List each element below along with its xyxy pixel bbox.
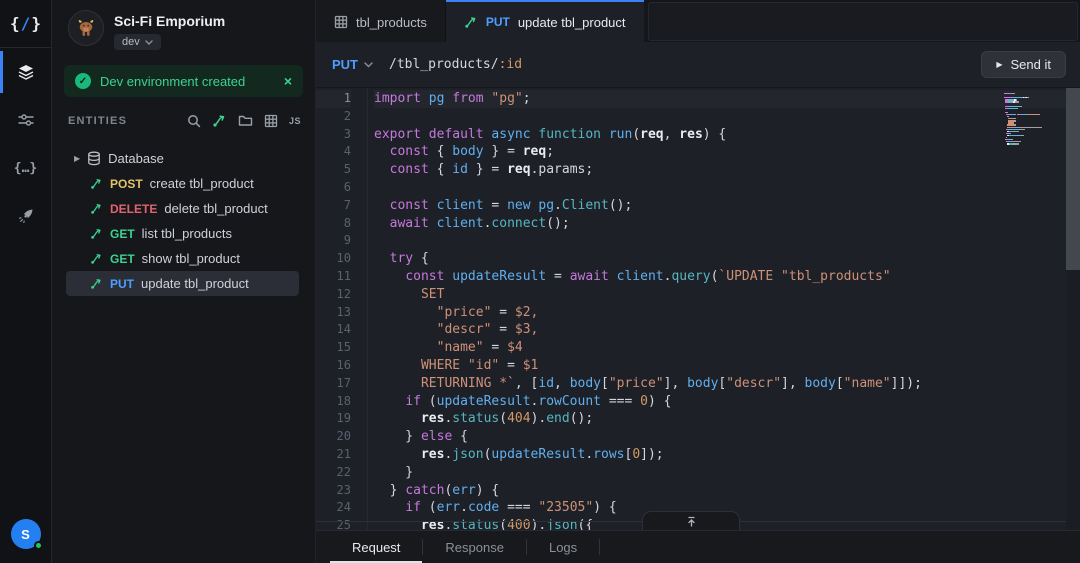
- minimap[interactable]: [1004, 93, 1062, 145]
- success-toast: ✓ Dev environment created ×: [64, 65, 303, 97]
- tree-item-show-tbl-product[interactable]: GET show tbl_product: [66, 246, 299, 271]
- rail-item-deploy[interactable]: [0, 192, 51, 240]
- method-badge: POST: [110, 176, 143, 191]
- method-badge: GET: [110, 251, 135, 266]
- tree-item-create-tbl-product[interactable]: POST create tbl_product: [66, 171, 299, 196]
- app-logo[interactable]: {/}: [0, 0, 51, 48]
- tree-caret-icon[interactable]: ▶: [74, 154, 80, 163]
- user-avatar-initial: S: [21, 526, 30, 542]
- code-braces-icon: {…}: [13, 160, 38, 176]
- entities-label: ENTITIES: [68, 114, 128, 127]
- tree-item-list-tbl-products[interactable]: GET list tbl_products: [66, 221, 299, 246]
- endpoint-icon: [90, 202, 103, 215]
- method-badge: PUT: [110, 276, 134, 291]
- endpoint-icon: [90, 252, 103, 265]
- user-avatar[interactable]: S: [10, 519, 43, 550]
- tree-item-update-tbl-product[interactable]: PUT update tbl_product: [66, 271, 299, 296]
- arrow-up-to-line-icon: [687, 516, 695, 527]
- tab-bar-empty-area: [647, 2, 1078, 41]
- tab-logs[interactable]: Logs: [527, 531, 599, 563]
- request-bar: PUT /tbl_products/:id ▶ Send it: [316, 42, 1080, 88]
- logo-brace-left: {: [10, 14, 20, 33]
- project-title: Sci-Fi Emporium: [114, 13, 226, 29]
- code-lines: import pg from "pg"; export default async…: [368, 88, 1080, 530]
- tree-item-label: create tbl_product: [149, 176, 254, 191]
- js-icon[interactable]: JS: [289, 116, 301, 126]
- code-editor[interactable]: 1 2 3 4 5 6 7 8 9 10 11 12 13 14 15 16 17 18 19 20 21 22 23 24 2…: [316, 88, 1080, 530]
- layers-icon: [17, 63, 35, 81]
- method-dropdown-value: PUT: [332, 57, 358, 72]
- project-info: Sci-Fi Emporium dev: [114, 10, 225, 50]
- project-header: Sci-Fi Emporium dev: [52, 0, 315, 56]
- logo-slash: /: [20, 14, 31, 33]
- database-icon: [87, 151, 101, 166]
- entities-header: ENTITIES JS: [52, 107, 315, 132]
- send-button[interactable]: ▶ Send it: [981, 51, 1066, 78]
- environment-name: dev: [122, 36, 140, 48]
- check-circle-icon: ✓: [75, 73, 91, 89]
- method-badge: GET: [110, 226, 135, 241]
- toast-close-icon[interactable]: ×: [284, 74, 292, 88]
- online-status-dot: [33, 541, 43, 550]
- tree-item-label: Database: [108, 151, 164, 166]
- play-icon: ▶: [996, 59, 1003, 69]
- endpoint-icon: [464, 15, 478, 29]
- search-icon[interactable]: [187, 114, 201, 128]
- tab-label: update tbl_product: [517, 14, 626, 30]
- gutter: 1 2 3 4 5 6 7 8 9 10 11 12 13 14 15 16 17 18 19 20 21 22 23 24 2…: [316, 88, 368, 530]
- tab-response-label: Response: [445, 539, 504, 555]
- scrollbar-thumb[interactable]: [1066, 88, 1080, 270]
- entities-tree: ▶ Database POST create tbl_product DELET…: [52, 146, 315, 296]
- main-panel: tbl_products PUT update tbl_product PUT …: [316, 0, 1080, 563]
- toast-message: Dev environment created: [100, 73, 246, 89]
- table-icon: [334, 15, 348, 29]
- folder-icon[interactable]: [238, 114, 253, 127]
- tree-item-label: delete tbl_product: [164, 201, 268, 216]
- endpoint-icon: [90, 227, 103, 240]
- chevron-down-icon: [364, 61, 373, 68]
- tab-response[interactable]: Response: [423, 531, 526, 563]
- tab-request[interactable]: Request: [330, 531, 423, 563]
- add-endpoint-icon[interactable]: [212, 113, 227, 128]
- method-badge: DELETE: [110, 201, 158, 216]
- left-icon-rail: {/} {…} S: [0, 0, 52, 563]
- tab-request-label: Request: [352, 539, 401, 555]
- rail-item-entities[interactable]: [0, 48, 51, 96]
- chevron-down-icon: [145, 39, 153, 45]
- endpoint-icon: [90, 177, 103, 190]
- project-avatar[interactable]: [68, 10, 104, 46]
- logo-brace-right: }: [31, 14, 41, 33]
- tab-put-update-tbl-product[interactable]: PUT update tbl_product: [445, 0, 644, 42]
- scrollbar-track[interactable]: [1066, 88, 1080, 530]
- tab-method-badge: PUT: [485, 15, 510, 29]
- sliders-icon: [17, 111, 35, 129]
- sidebar: Sci-Fi Emporium dev ✓ Dev environment cr…: [52, 0, 316, 563]
- rail-item-code[interactable]: {…}: [0, 144, 51, 192]
- bull-icon: [78, 20, 94, 36]
- table-icon[interactable]: [264, 114, 278, 128]
- bottom-panel-tabs: Request Response Logs: [316, 530, 1080, 563]
- tree-item-database[interactable]: ▶ Database: [66, 146, 299, 171]
- tree-item-label: update tbl_product: [141, 276, 249, 291]
- tab-label: tbl_products: [356, 14, 427, 30]
- path-param: :id: [498, 57, 523, 72]
- tab-divider: [599, 539, 601, 555]
- endpoint-icon: [90, 277, 103, 290]
- tab-tbl-products[interactable]: tbl_products: [316, 0, 446, 42]
- tab-logs-label: Logs: [548, 539, 578, 555]
- path-static: /tbl_products/: [389, 57, 499, 72]
- tree-item-label: list tbl_products: [141, 226, 232, 241]
- app-window: {/} {…} S Sci-Fi Emporium dev ✓ Dev envi…: [0, 0, 1080, 563]
- tree-item-delete-tbl-product[interactable]: DELETE delete tbl_product: [66, 196, 299, 221]
- environment-selector[interactable]: dev: [114, 34, 161, 50]
- method-dropdown[interactable]: PUT: [332, 57, 373, 72]
- rocket-icon: [17, 207, 35, 225]
- tab-bar: tbl_products PUT update tbl_product: [316, 0, 1080, 42]
- expand-panel-button[interactable]: [642, 511, 740, 530]
- send-button-label: Send it: [1010, 57, 1051, 72]
- endpoint-path[interactable]: /tbl_products/:id: [389, 57, 522, 72]
- rail-item-settings[interactable]: [0, 96, 51, 144]
- tree-item-label: show tbl_product: [141, 251, 240, 266]
